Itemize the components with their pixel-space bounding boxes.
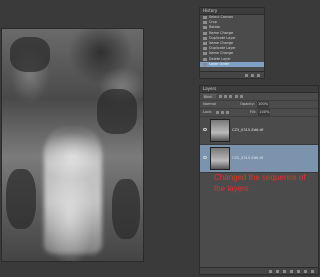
eye-icon[interactable] <box>203 128 207 131</box>
layer-row[interactable]: CZ5_0315-Edit.tif <box>200 117 318 145</box>
history-state-icon <box>203 41 207 45</box>
history-item-label: Name Change <box>209 30 234 35</box>
history-state-icon <box>203 47 207 51</box>
opacity-value[interactable]: 100% <box>256 101 270 108</box>
pixel-filter-icon[interactable] <box>219 94 223 98</box>
blend-row: Normal Opacity: 100% <box>200 101 318 109</box>
trash-icon[interactable] <box>257 74 260 77</box>
folder-icon[interactable] <box>297 270 300 273</box>
layers-filter-row: Kind <box>200 93 318 101</box>
fill-label: Fill: <box>250 110 257 114</box>
history-state-icon <box>203 31 207 35</box>
new-layer-icon[interactable] <box>304 270 307 273</box>
rock-shape <box>97 89 137 134</box>
lock-row: Lock: Fill: 100% <box>200 109 318 117</box>
fill-value[interactable]: 100% <box>258 109 271 116</box>
trash-icon[interactable] <box>311 270 314 273</box>
rock-shape <box>112 179 140 239</box>
camera-icon[interactable] <box>251 74 254 77</box>
lock-pixels-icon[interactable] <box>215 110 219 114</box>
type-filter-icon[interactable] <box>229 94 233 98</box>
waterfall <box>44 124 102 254</box>
history-state-icon <box>203 62 207 66</box>
lock-all-icon[interactable] <box>225 110 229 114</box>
blend-mode-select[interactable]: Normal <box>203 102 216 106</box>
history-panel: History Select Canvas Crop Rotate Name C… <box>200 8 264 78</box>
history-item-label: Layer Order <box>209 61 230 66</box>
mask-icon[interactable] <box>283 270 286 273</box>
layers-footer <box>200 267 318 274</box>
history-tab-label: History <box>203 8 218 13</box>
history-state-icon <box>203 21 207 25</box>
history-state-icon <box>203 52 207 56</box>
history-item-label: Name Change <box>209 40 234 45</box>
smart-object-filter-icon[interactable] <box>239 94 243 98</box>
kind-filter-select[interactable]: Kind <box>203 94 216 99</box>
history-state-icon <box>203 57 207 61</box>
history-item-active[interactable]: Layer Order <box>200 61 264 67</box>
history-list: Select Canvas Crop Rotate Name Change Du… <box>200 15 264 67</box>
kind-filter-label: Kind <box>204 95 212 99</box>
history-footer <box>200 71 264 78</box>
history-state-icon <box>203 26 207 30</box>
fx-icon[interactable] <box>276 270 279 273</box>
history-item-label: Select Canvas <box>209 15 233 19</box>
layers-tab-label: Layers <box>203 86 217 91</box>
history-item-label: Delete Layer <box>209 56 231 61</box>
history-item-label: Duplicate Layer <box>209 46 236 51</box>
eye-icon[interactable] <box>203 156 207 159</box>
fill-control: Fill: 100% <box>250 109 271 116</box>
opacity-label: Opacity: <box>240 102 255 106</box>
adjustment-icon[interactable] <box>290 270 293 273</box>
layer-thumbnail <box>211 148 229 169</box>
adjustment-filter-icon[interactable] <box>224 94 228 98</box>
history-state-icon <box>203 36 207 40</box>
history-item-label: Name Change <box>209 51 234 56</box>
history-state-icon <box>203 16 207 19</box>
history-tab[interactable]: History <box>200 8 264 15</box>
document-image <box>2 29 143 261</box>
lock-label: Lock: <box>203 110 213 114</box>
layer-name: CZ5_0315-Edit.tif <box>232 128 264 132</box>
layer-thumbnail <box>211 120 229 141</box>
lock-position-icon[interactable] <box>220 110 224 114</box>
shape-filter-icon[interactable] <box>234 94 238 98</box>
layer-name: CZ5_0315-Edit.tif <box>232 156 264 160</box>
link-icon[interactable] <box>269 270 272 273</box>
new-document-icon[interactable] <box>245 74 248 77</box>
history-item-label: Rotate <box>209 25 221 30</box>
layers-tab[interactable]: Layers <box>200 86 318 93</box>
history-item-label: Duplicate Layer <box>209 35 236 40</box>
opacity-control: Opacity: 100% <box>240 101 270 108</box>
history-item-label: Crop <box>209 20 217 25</box>
layer-row-selected[interactable]: CZ5_0315-Edit.tif <box>200 145 318 173</box>
rock-shape <box>6 169 36 229</box>
rock-shape <box>10 37 50 72</box>
annotation-text: Changed the sequence of the layers <box>214 173 306 193</box>
